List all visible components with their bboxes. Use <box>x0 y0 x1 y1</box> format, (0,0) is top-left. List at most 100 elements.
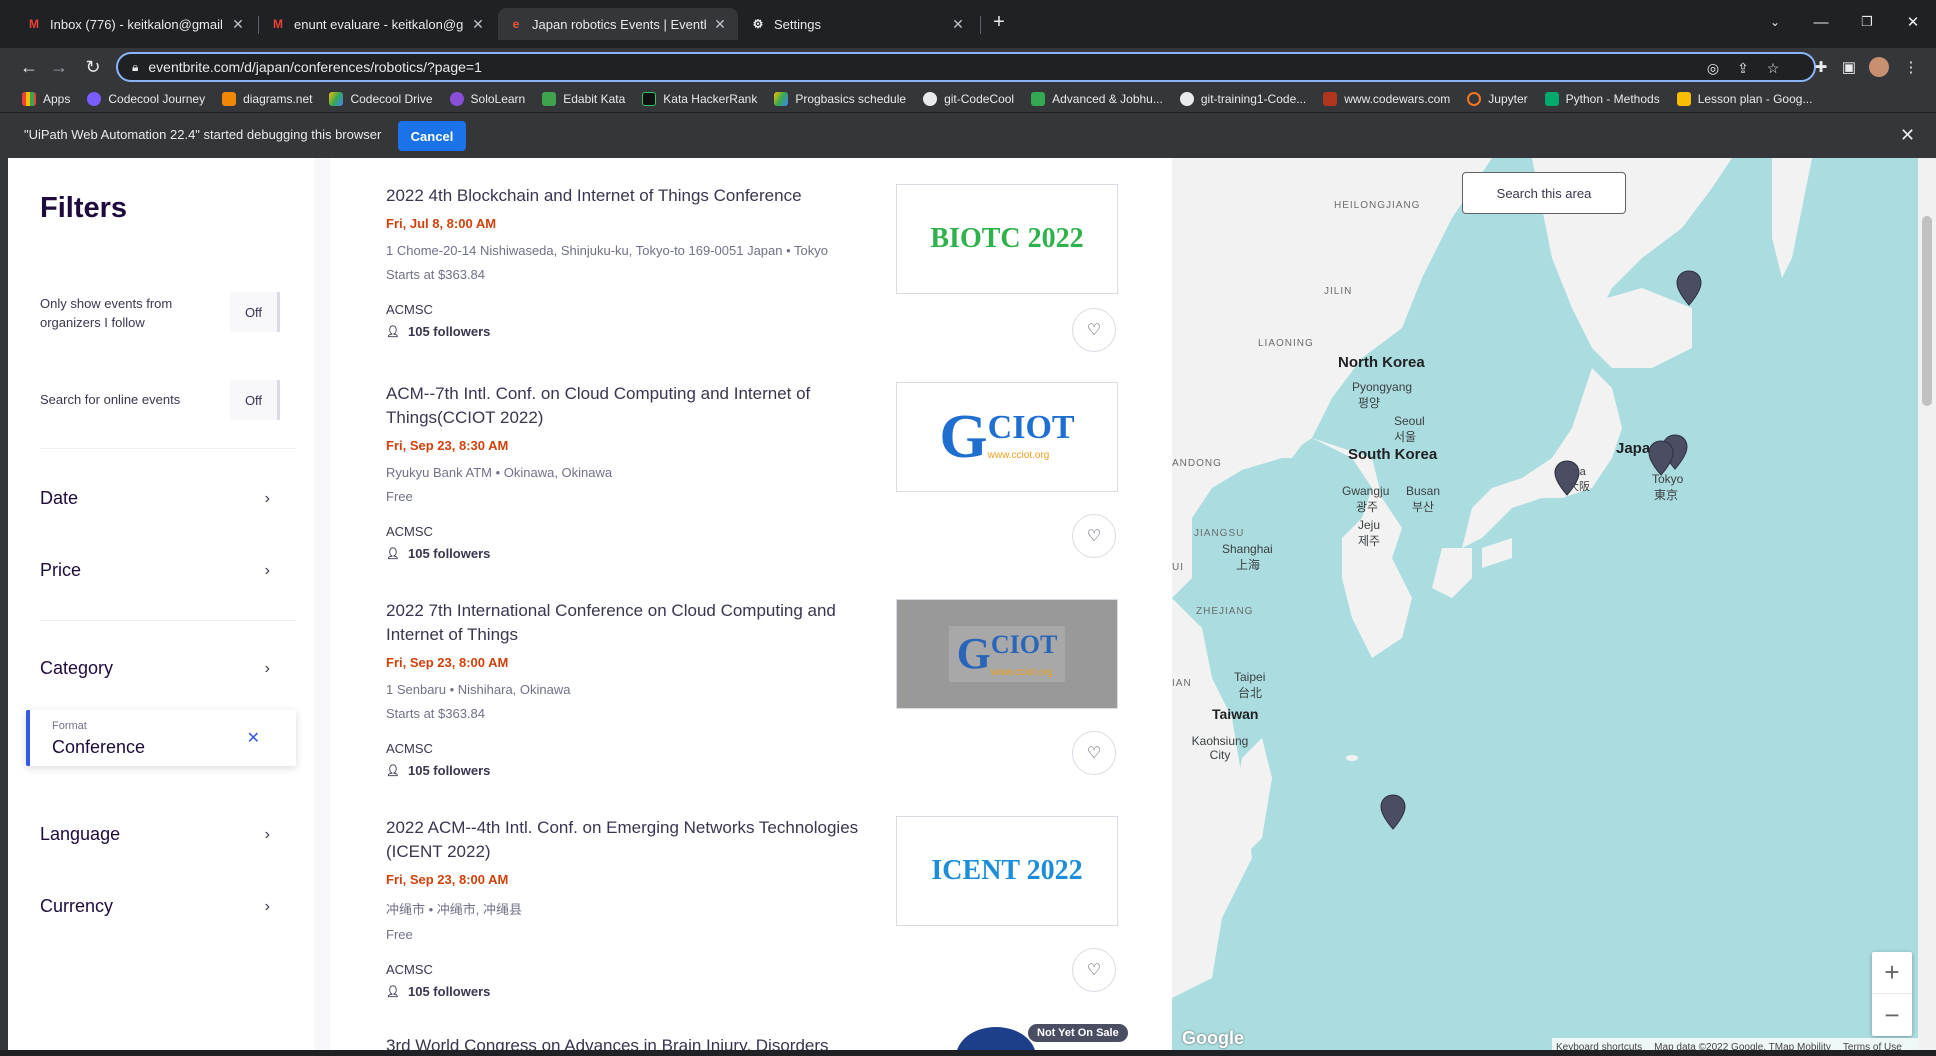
event-title[interactable]: 2022 7th International Conference on Clo… <box>386 599 876 647</box>
follow-filter-label: Only show events from organizers I follo… <box>40 296 173 330</box>
avatar[interactable] <box>1868 56 1890 78</box>
bookmark-diagrams[interactable]: diagrams.net <box>222 92 312 106</box>
online-filter-label: Search for online events <box>40 392 181 407</box>
filter-language[interactable]: Language › <box>40 824 270 845</box>
restore-button[interactable]: ❐ <box>1844 8 1890 36</box>
browser-toolbar: ← → ↻ 🔒︎ eventbrite.com/d/japan/conferen… <box>0 48 1936 86</box>
cancel-debugging-button[interactable]: Cancel <box>398 121 466 151</box>
bookmark-edabit[interactable]: Edabit Kata <box>542 92 625 106</box>
bookmark-hackerrank[interactable]: Kata HackerRank <box>642 92 757 106</box>
event-card[interactable]: 2022 ACM--4th Intl. Conf. on Emerging Ne… <box>386 816 1126 999</box>
tab-settings[interactable]: ⚙ Settings ✕ <box>740 8 976 40</box>
search-this-area-button[interactable]: Search this area <box>1462 172 1626 214</box>
eye-off-icon[interactable]: ◎ <box>1704 59 1722 77</box>
new-tab-button[interactable]: + <box>976 8 1022 36</box>
close-icon[interactable]: ✕ <box>470 16 486 33</box>
event-title[interactable]: ACM--7th Intl. Conf. on Cloud Computing … <box>386 382 876 430</box>
tab-eventbrite[interactable]: e Japan robotics Events | Eventbrite ✕ <box>498 8 738 40</box>
forward-button[interactable]: → <box>44 52 74 82</box>
minimize-button[interactable]: — <box>1798 8 1844 36</box>
star-icon[interactable]: ☆ <box>1764 59 1782 77</box>
bookmark-label: SoloLearn <box>470 92 526 106</box>
event-card[interactable]: 2022 4th Blockchain and Internet of Thin… <box>386 184 1126 352</box>
event-card[interactable]: ACM--7th Intl. Conf. on Cloud Computing … <box>386 382 1126 561</box>
close-icon[interactable]: ✕ <box>1900 125 1915 146</box>
address-bar[interactable]: 🔒︎ eventbrite.com/d/japan/conferences/ro… <box>116 52 1816 82</box>
bookmark-codecool-journey[interactable]: Codecool Journey <box>87 92 205 106</box>
follow-toggle[interactable]: Off <box>230 292 280 332</box>
event-title[interactable]: 2022 4th Blockchain and Internet of Thin… <box>386 184 876 208</box>
map-label: 평양 <box>1358 396 1381 410</box>
tab-title: Japan robotics Events | Eventbrite <box>532 16 706 32</box>
page-scrollbar[interactable] <box>1918 158 1936 1056</box>
online-toggle[interactable]: Off <box>230 380 280 420</box>
bookmark-jupyter[interactable]: Jupyter <box>1467 92 1528 106</box>
codewars-icon <box>1323 92 1338 106</box>
like-heart-icon[interactable]: ♡ <box>1072 514 1116 558</box>
drive-icon <box>329 92 344 106</box>
zoom-out-button[interactable]: − <box>1872 994 1912 1036</box>
like-heart-icon[interactable]: ♡ <box>1072 948 1116 992</box>
map[interactable]: HEILONGJIANG JILIN LIAONING North Korea … <box>1172 158 1918 1056</box>
taskbar-edge <box>0 1050 1936 1056</box>
map-label: Taiwan <box>1212 706 1259 722</box>
filter-date[interactable]: Date › <box>40 488 270 509</box>
bookmark-sololearn[interactable]: SoloLearn <box>449 92 526 106</box>
event-image-sub: www.cciot.org <box>990 667 1053 678</box>
like-heart-icon[interactable]: ♡ <box>1072 308 1116 352</box>
w3schools-icon <box>1544 92 1559 106</box>
bookmark-advanced-jobhu[interactable]: Advanced & Jobhu... <box>1031 92 1163 106</box>
event-title[interactable]: 2022 ACM--4th Intl. Conf. on Emerging Ne… <box>386 816 876 864</box>
event-organizer[interactable]: ACMSC <box>386 741 1126 756</box>
scrollbar-thumb[interactable] <box>1922 216 1932 406</box>
zoom-in-button[interactable]: + <box>1872 952 1912 994</box>
close-icon[interactable]: ✕ <box>230 16 246 33</box>
filter-category[interactable]: Category › <box>40 658 270 679</box>
event-map-pin[interactable] <box>1648 440 1674 476</box>
event-organizer[interactable]: ACMSC <box>386 302 1126 317</box>
ciot-logo: G CIOT www.cciot.org <box>939 406 1074 468</box>
event-image[interactable]: ICENT 2022 <box>896 816 1118 926</box>
map-label: UI <box>1172 562 1184 573</box>
event-image[interactable]: G CIOT www.cciot.org <box>896 382 1118 492</box>
bookmark-codecool-drive[interactable]: Codecool Drive <box>329 92 433 106</box>
map-label: Gwangju <box>1342 484 1390 498</box>
back-button[interactable]: ← <box>14 52 44 82</box>
chevron-right-icon: › <box>264 897 270 915</box>
event-organizer[interactable]: ACMSC <box>386 524 1126 539</box>
extensions-icon[interactable]: ✚ <box>1810 56 1832 78</box>
event-image[interactable]: G CIOT www.cciot.org <box>896 599 1118 709</box>
bookmark-apps[interactable]: Apps <box>22 92 70 106</box>
bookmark-python-methods[interactable]: Python - Methods <box>1544 92 1660 106</box>
tab-gmail-enunt[interactable]: M enunt evaluare - keitkalon@gma ✕ <box>260 8 496 40</box>
filter-price[interactable]: Price › <box>40 560 270 581</box>
event-image[interactable]: BIOTC 2022 <box>896 184 1118 294</box>
menu-icon[interactable]: ⋮ <box>1900 56 1922 78</box>
map-label: South Korea <box>1348 446 1438 463</box>
followers-count: 105 followers <box>408 324 491 339</box>
event-map-pin[interactable] <box>1380 794 1406 830</box>
share-icon[interactable]: ⇪ <box>1734 59 1752 77</box>
person-icon: 👤︎ <box>386 986 400 998</box>
filter-currency[interactable]: Currency › <box>40 896 270 917</box>
event-map-pin[interactable] <box>1554 460 1580 496</box>
map-label: IAN <box>1172 678 1192 689</box>
bookmark-progbasics[interactable]: Progbasics schedule <box>774 92 906 106</box>
side-panel-icon[interactable]: ▣ <box>1838 56 1860 78</box>
window-close-button[interactable]: ✕ <box>1890 8 1936 36</box>
event-map-pin[interactable] <box>1676 270 1702 306</box>
tab-search-icon[interactable]: ⌄ <box>1752 8 1798 36</box>
sololearn-icon <box>449 92 464 106</box>
close-icon[interactable]: ✕ <box>950 16 966 33</box>
bookmark-lesson-plan[interactable]: Lesson plan - Goog... <box>1676 92 1812 106</box>
remove-filter-icon[interactable]: ✕ <box>247 728 260 748</box>
close-icon[interactable]: ✕ <box>712 16 728 33</box>
tab-gmail-inbox[interactable]: M Inbox (776) - keitkalon@gmail.co ✕ <box>16 8 256 40</box>
bookmark-git-codecool[interactable]: git-CodeCool <box>923 92 1014 106</box>
bookmark-codewars[interactable]: www.codewars.com <box>1323 92 1450 106</box>
bookmark-git-training[interactable]: git-training1-Code... <box>1179 92 1306 106</box>
like-heart-icon[interactable]: ♡ <box>1072 731 1116 775</box>
reload-button[interactable]: ↻ <box>78 52 108 82</box>
event-card[interactable]: 2022 7th International Conference on Clo… <box>386 599 1126 778</box>
event-organizer[interactable]: ACMSC <box>386 962 1126 977</box>
